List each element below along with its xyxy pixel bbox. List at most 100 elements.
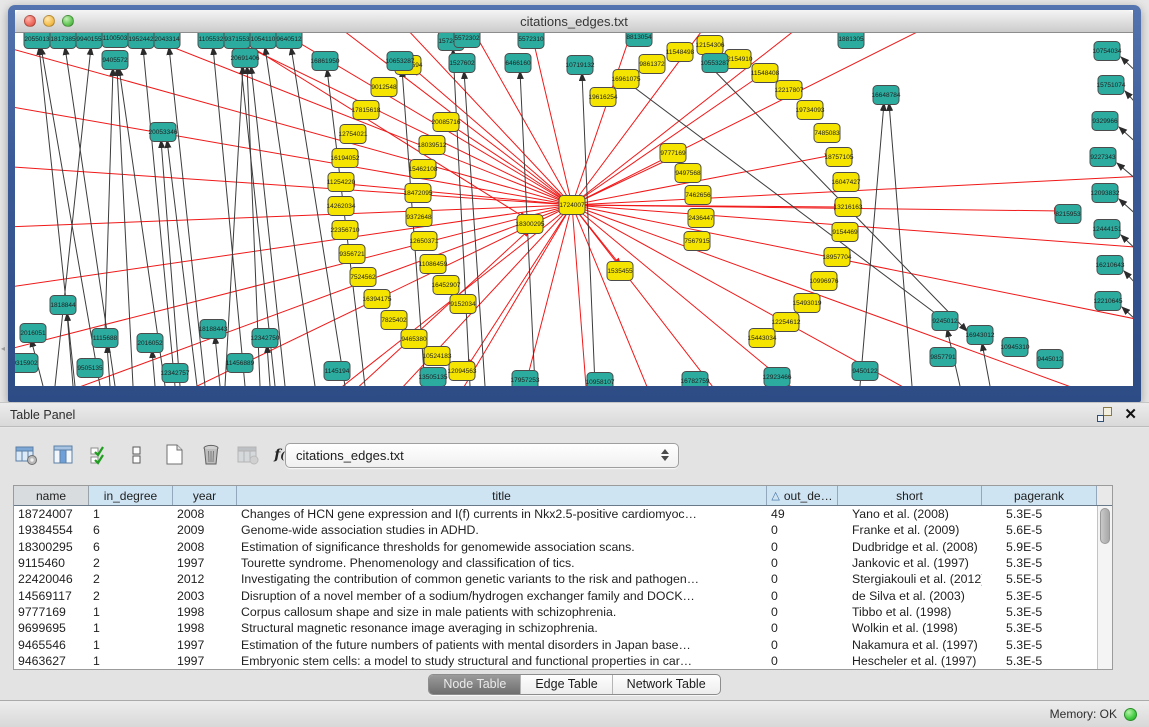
table-cell[interactable]: Genome-wide association studies in ADHD. (237, 523, 767, 537)
table-cell[interactable]: 49 (767, 507, 838, 521)
table-cell[interactable]: 0 (767, 589, 838, 603)
graph-node[interactable]: 9465380 (401, 330, 427, 349)
graph-node[interactable]: 9640512 (276, 33, 302, 49)
table-cell[interactable]: 9699695 (14, 621, 89, 635)
table-cell[interactable]: 2012 (173, 572, 237, 586)
graph-node[interactable]: 1115688 (92, 329, 118, 348)
table-cell[interactable]: 6 (89, 523, 173, 537)
table-cell[interactable]: Embryonic stem cells: a model to study s… (237, 654, 767, 668)
table-cell[interactable]: Jankovic et al. (1997) (838, 556, 982, 570)
table-row[interactable]: 969969511998Structural magnetic resonanc… (14, 620, 1112, 636)
float-window-icon[interactable] (1097, 407, 1112, 422)
graph-node[interactable]: 12754021 (339, 125, 368, 144)
table-cell[interactable]: 5.6E-5 (982, 523, 1097, 537)
graph-node[interactable]: 2055013 (24, 33, 50, 49)
table-cell[interactable]: 0 (767, 621, 838, 635)
graph-edge[interactable] (215, 336, 220, 386)
graph-node[interactable]: 2016051 (20, 324, 46, 343)
graph-node[interactable]: 16210643 (1096, 256, 1125, 275)
table-cell[interactable]: 5.3E-5 (982, 589, 1097, 603)
graph-node[interactable]: 12093832 (1091, 184, 1120, 203)
graph-node[interactable]: 1105532 (198, 33, 224, 49)
graph-node[interactable]: 9356721 (339, 245, 365, 264)
table-cell[interactable]: 0 (767, 654, 838, 668)
table-cell[interactable]: 5.3E-5 (982, 507, 1097, 521)
graph-node[interactable]: 12342757 (161, 364, 190, 383)
graph-node[interactable]: 10524183 (423, 347, 452, 366)
graph-node[interactable]: 9227343 (1090, 148, 1116, 167)
table-cell[interactable]: Tibbo et al. (1998) (838, 605, 982, 619)
graph-node[interactable]: 13505135 (419, 368, 448, 387)
graph-node[interactable]: 18472095 (404, 184, 433, 203)
table-cell[interactable]: 0 (767, 572, 838, 586)
table-cell[interactable]: 1 (89, 621, 173, 635)
graph-edge[interactable] (15, 33, 572, 205)
table-cell[interactable]: 22420046 (14, 572, 89, 586)
graph-node[interactable]: 18957704 (823, 248, 852, 267)
graph-edge[interactable] (1125, 91, 1133, 119)
graph-node[interactable]: 16047427 (832, 173, 861, 192)
graph-node[interactable]: 9154469 (832, 223, 858, 242)
graph-node[interactable]: 12650371 (410, 232, 439, 251)
graph-node[interactable]: 10996976 (810, 272, 839, 291)
graph-node[interactable]: 16648784 (872, 86, 901, 105)
table-cell[interactable]: 2 (89, 589, 173, 603)
graph-edge[interactable] (1122, 307, 1133, 333)
graph-node[interactable]: 18039512 (418, 136, 447, 155)
graph-node[interactable]: 9445012 (1037, 350, 1063, 369)
graph-edge[interactable] (451, 125, 572, 205)
graph-node[interactable]: 1817385 (50, 33, 76, 49)
graph-node[interactable]: 7524562 (350, 268, 376, 287)
table-cell[interactable]: Stergiakouli et al. (2012) (838, 572, 982, 586)
table-cell[interactable]: 5.3E-5 (982, 621, 1097, 635)
graph-node[interactable]: 11254220 (327, 173, 356, 192)
table-cell[interactable]: 0 (767, 540, 838, 554)
graph-node[interactable]: 1535455 (607, 262, 633, 281)
table-cell[interactable]: 1997 (173, 556, 237, 570)
graph-node[interactable]: 9861372 (639, 55, 665, 74)
graph-edge[interactable] (15, 33, 572, 205)
graph-node[interactable]: 9245012 (932, 312, 958, 331)
table-cell[interactable]: 5.5E-5 (982, 572, 1097, 586)
graph-node[interactable]: 12444151 (1093, 220, 1122, 239)
table-cell[interactable]: 2008 (173, 540, 237, 554)
graph-edge[interactable] (117, 68, 133, 386)
table-cell[interactable]: Franke et al. (2009) (838, 523, 982, 537)
graph-node[interactable]: 11548498 (666, 43, 695, 62)
table-cell[interactable]: Changes of HCN gene expression and I(f) … (237, 507, 767, 521)
graph-node[interactable]: 19616254 (589, 88, 618, 107)
graph-node[interactable]: 1527602 (449, 54, 475, 73)
graph-node[interactable]: 20053346 (149, 123, 178, 142)
zoom-window-icon[interactable] (62, 15, 74, 27)
column-header-name[interactable]: name (14, 486, 89, 505)
table-cell[interactable]: 9463627 (14, 654, 89, 668)
graph-edge[interactable] (860, 103, 884, 386)
graph-node[interactable]: 10719132 (566, 56, 595, 75)
table-cell[interactable]: Corpus callosum shape and size in male p… (237, 605, 767, 619)
table-cell[interactable]: 9115460 (14, 556, 89, 570)
table-cell[interactable]: 2008 (173, 507, 237, 521)
graph-node[interactable]: 11086459 (419, 255, 448, 274)
graph-edge[interactable] (265, 229, 530, 386)
table-cell[interactable]: 18300295 (14, 540, 89, 554)
table-cell[interactable]: Dudbridge et al. (2008) (838, 540, 982, 554)
table-cell[interactable]: 1 (89, 507, 173, 521)
scrollbar-thumb[interactable] (1100, 508, 1110, 544)
network-canvas-svg[interactable]: 1724007183002951535455124185949012548178… (15, 33, 1133, 386)
graph-node[interactable]: 7462656 (685, 186, 711, 205)
table-cell[interactable]: 0 (767, 556, 838, 570)
graph-node[interactable]: 17957253 (511, 371, 540, 387)
graph-node[interactable]: 15443034 (748, 329, 777, 348)
graph-edge[interactable] (889, 103, 912, 386)
graph-edge[interactable] (1119, 199, 1133, 227)
table-cell[interactable]: 9465546 (14, 638, 89, 652)
table-cell[interactable]: 14569117 (14, 589, 89, 603)
graph-node[interactable]: 9372648 (406, 208, 432, 227)
table-cell[interactable]: 5.3E-5 (982, 654, 1097, 668)
graph-node[interactable]: 9329966 (1092, 112, 1118, 131)
vertical-scrollbar[interactable] (1097, 506, 1112, 669)
graph-node[interactable]: 9777169 (660, 144, 686, 163)
table-cell[interactable]: 18724007 (14, 507, 89, 521)
table-cell[interactable]: 1997 (173, 654, 237, 668)
graph-node[interactable]: 20085716 (432, 113, 461, 132)
